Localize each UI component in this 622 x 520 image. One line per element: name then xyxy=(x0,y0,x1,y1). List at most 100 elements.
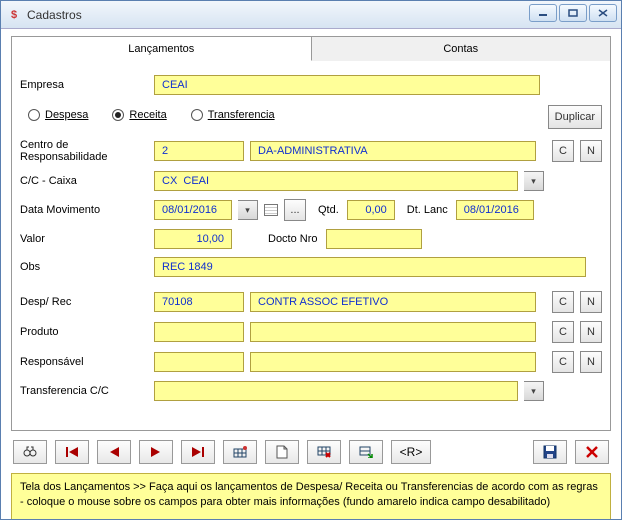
next-icon xyxy=(151,447,161,457)
input-responsavel-cod[interactable] xyxy=(160,355,238,369)
radio-dot xyxy=(191,109,203,121)
input-responsavel-desc[interactable] xyxy=(256,355,530,369)
field-obs[interactable] xyxy=(154,257,586,277)
input-produto-cod[interactable] xyxy=(160,325,238,339)
radio-receita-label: Receita xyxy=(129,109,166,121)
produto-c-button[interactable]: C xyxy=(552,321,574,343)
maximize-button[interactable] xyxy=(559,4,587,22)
minimize-button[interactable] xyxy=(529,4,557,22)
grid-icon xyxy=(233,446,247,458)
field-doctonro[interactable] xyxy=(326,229,422,249)
field-cccaixa[interactable] xyxy=(154,171,518,191)
field-centro-desc[interactable] xyxy=(250,141,536,161)
input-doctonro[interactable] xyxy=(332,232,416,246)
centro-n-button[interactable]: N xyxy=(580,140,602,162)
input-desprec-desc[interactable] xyxy=(256,295,530,309)
tab-contas[interactable]: Contas xyxy=(312,37,611,61)
close-button[interactable] xyxy=(589,4,617,22)
desprec-n-button[interactable]: N xyxy=(580,291,602,313)
grid-delete-icon xyxy=(317,446,331,458)
next-record-button[interactable] xyxy=(139,440,173,464)
radio-receita[interactable]: Receita xyxy=(112,109,166,121)
radio-despesa[interactable]: Despesa xyxy=(28,109,88,121)
transfcc-dropdown[interactable]: ▾ xyxy=(524,381,544,401)
minimize-icon xyxy=(538,9,548,17)
label-empresa: Empresa xyxy=(20,79,148,91)
last-icon xyxy=(192,447,204,457)
label-centro: Centro de Responsabilidade xyxy=(20,139,148,163)
radio-dot xyxy=(28,109,40,121)
first-record-button[interactable] xyxy=(55,440,89,464)
field-responsavel-desc[interactable] xyxy=(250,352,536,372)
prev-icon xyxy=(109,447,119,457)
label-desprec: Desp/ Rec xyxy=(20,296,148,308)
field-empresa[interactable] xyxy=(154,75,540,95)
form-pane: Empresa Despesa Receita xyxy=(11,61,611,431)
responsavel-n-button[interactable]: N xyxy=(580,351,602,373)
cccaixa-dropdown[interactable]: ▾ xyxy=(524,171,544,191)
prev-record-button[interactable] xyxy=(97,440,131,464)
label-transfcc: Transferencia C/C xyxy=(20,385,148,397)
field-desprec-desc[interactable] xyxy=(250,292,536,312)
field-produto-cod[interactable] xyxy=(154,322,244,342)
window-title: Cadastros xyxy=(27,8,82,22)
input-obs[interactable] xyxy=(160,260,580,274)
input-empresa[interactable] xyxy=(160,78,534,92)
input-transfcc[interactable] xyxy=(160,384,512,398)
window-buttons xyxy=(529,4,617,22)
tab-bar: Lançamentos Contas xyxy=(11,36,611,61)
maximize-icon xyxy=(568,9,578,17)
app-window: $ Cadastros Lançamentos Contas Empresa xyxy=(0,0,622,520)
duplicar-button[interactable]: Duplicar xyxy=(548,105,602,129)
radio-transferencia[interactable]: Transferencia xyxy=(191,109,275,121)
save-button[interactable] xyxy=(533,440,567,464)
first-icon xyxy=(66,447,78,457)
calendar-icon xyxy=(264,204,278,216)
cancel-button[interactable] xyxy=(575,440,609,464)
r-button[interactable]: <R> xyxy=(391,440,431,464)
field-datamov[interactable] xyxy=(154,200,232,220)
save-icon xyxy=(543,445,557,459)
content-area: Lançamentos Contas Empresa Despesa xyxy=(1,29,621,519)
input-dtlanc[interactable] xyxy=(462,203,528,217)
input-produto-desc[interactable] xyxy=(256,325,530,339)
tipo-radio-group: Despesa Receita Transferencia xyxy=(20,109,275,121)
produto-n-button[interactable]: N xyxy=(580,321,602,343)
input-datamov[interactable] xyxy=(160,203,226,217)
field-centro-cod[interactable] xyxy=(154,141,244,161)
input-centro-cod[interactable] xyxy=(160,144,238,158)
input-centro-desc[interactable] xyxy=(256,144,530,158)
help-text: Tela dos Lançamentos >> Faça aqui os lan… xyxy=(11,473,611,519)
label-doctonro: Docto Nro xyxy=(268,233,318,245)
grid-button-1[interactable] xyxy=(223,440,257,464)
input-qtd[interactable] xyxy=(353,203,389,217)
field-responsavel-cod[interactable] xyxy=(154,352,244,372)
radio-dot xyxy=(112,109,124,121)
field-qtd[interactable] xyxy=(347,200,395,220)
last-record-button[interactable] xyxy=(181,440,215,464)
input-cccaixa[interactable] xyxy=(160,174,512,188)
field-produto-desc[interactable] xyxy=(250,322,536,342)
bottom-toolbar: <R> xyxy=(11,437,611,467)
field-dtlanc[interactable] xyxy=(456,200,534,220)
cancel-icon xyxy=(586,446,598,458)
centro-c-button[interactable]: C xyxy=(552,140,574,162)
label-datamov: Data Movimento xyxy=(20,204,148,216)
new-button[interactable] xyxy=(265,440,299,464)
field-transfcc[interactable] xyxy=(154,381,518,401)
responsavel-c-button[interactable]: C xyxy=(552,351,574,373)
field-desprec-cod[interactable] xyxy=(154,292,244,312)
tab-lancamentos[interactable]: Lançamentos xyxy=(12,37,312,61)
label-responsavel: Responsável xyxy=(20,356,148,368)
input-valor[interactable] xyxy=(160,232,226,246)
datamov-dropdown[interactable]: ▾ xyxy=(238,200,258,220)
grid-export-button[interactable] xyxy=(349,440,383,464)
input-desprec-cod[interactable] xyxy=(160,295,238,309)
titlebar: $ Cadastros xyxy=(1,1,621,29)
datamov-ellipsis-button[interactable]: ... xyxy=(284,199,306,221)
desprec-c-button[interactable]: C xyxy=(552,291,574,313)
field-valor[interactable] xyxy=(154,229,232,249)
label-produto: Produto xyxy=(20,326,148,338)
search-button[interactable] xyxy=(13,440,47,464)
grid-delete-button[interactable] xyxy=(307,440,341,464)
